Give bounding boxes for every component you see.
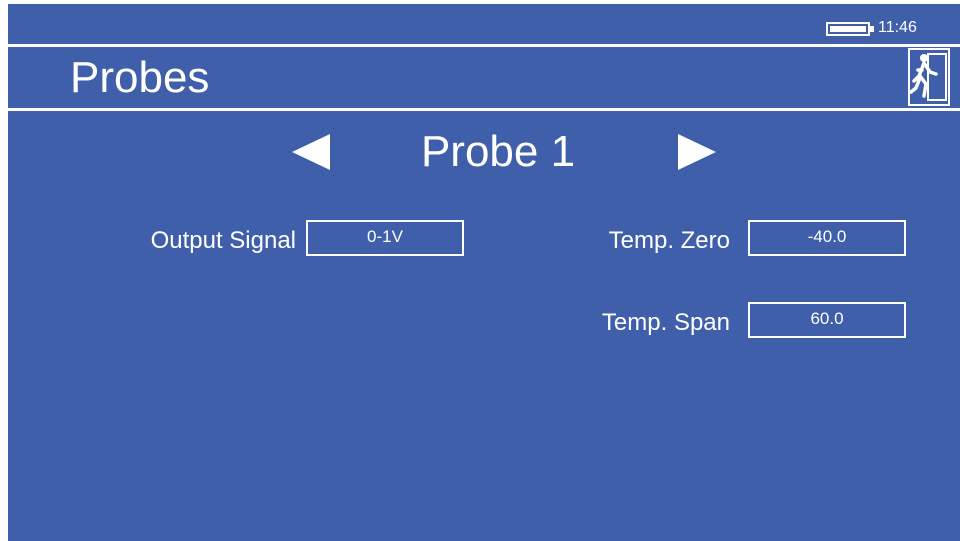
temp-zero-field[interactable]: -40.0 [748, 220, 906, 256]
probe-name: Probe 1 [420, 127, 576, 176]
temp-zero-label: Temp. Zero [608, 227, 730, 254]
battery-icon [826, 22, 870, 36]
output-signal-field[interactable]: 0-1V [306, 220, 464, 256]
triangle-left-icon[interactable] [292, 134, 332, 170]
temp-span-label: Temp. Span [601, 309, 730, 336]
header-bottom-divider [8, 108, 960, 111]
output-signal-label: Output Signal [150, 227, 296, 254]
temp-span-field[interactable]: 60.0 [748, 302, 906, 338]
battery-fill [830, 26, 866, 32]
triangle-right-icon[interactable] [676, 134, 716, 170]
page-title: Probes [70, 53, 210, 102]
probes-screen: 11:46 Probes Probe 1 Output Signal 0-1V … [8, 4, 960, 541]
status-bar: 11:46 [8, 4, 960, 44]
header-top-divider [8, 44, 960, 47]
clock: 11:46 [878, 19, 917, 36]
battery-tip [870, 26, 874, 32]
emergency-exit-icon[interactable] [908, 48, 950, 106]
